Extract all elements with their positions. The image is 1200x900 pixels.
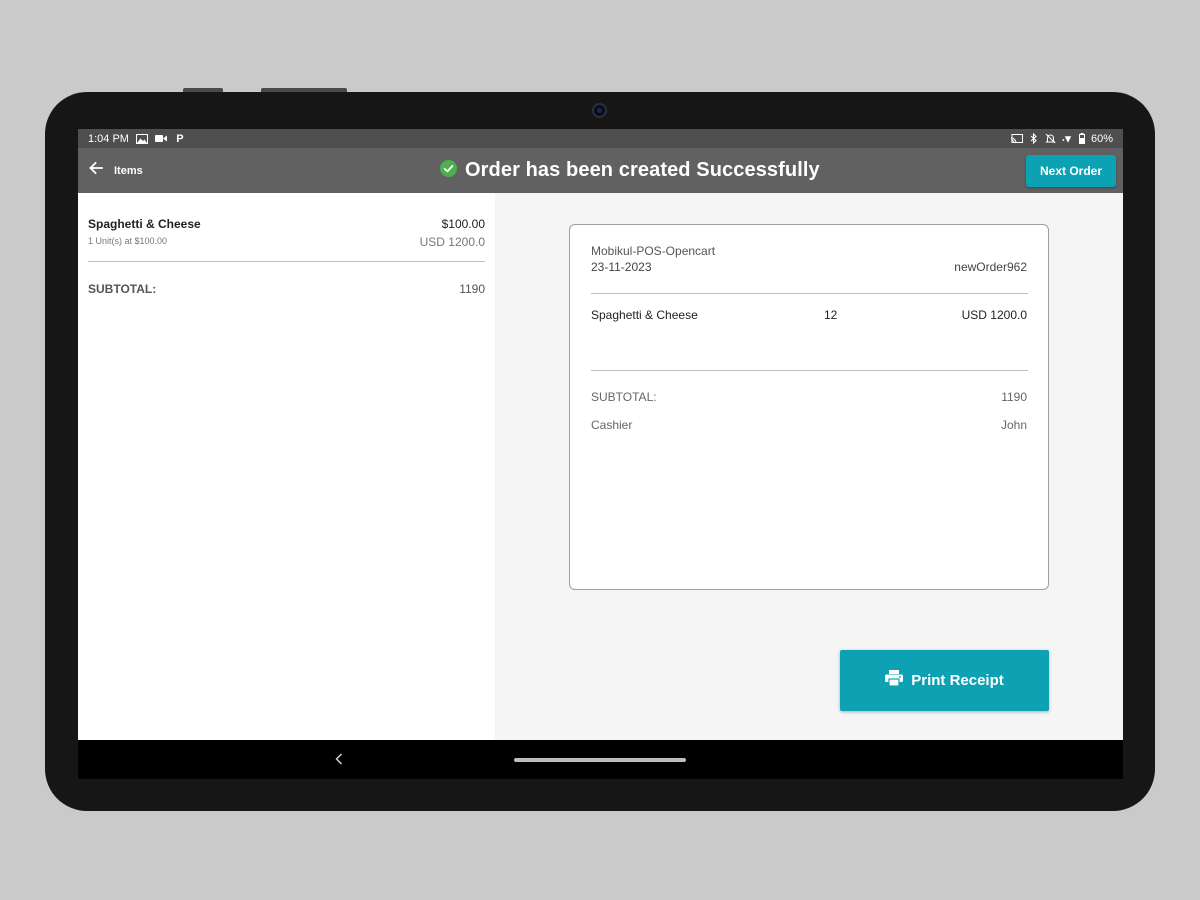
- page-title: Order has been created Successfully: [465, 159, 820, 181]
- video-icon: [154, 133, 167, 144]
- print-receipt-button[interactable]: Print Receipt: [840, 650, 1049, 711]
- status-time: 1:04 PM: [88, 132, 129, 145]
- cart-item-unit-info: 1 Unit(s) at $100.00: [88, 236, 168, 246]
- nav-back-icon[interactable]: [331, 751, 347, 767]
- receipt-divider: [591, 370, 1028, 371]
- cast-icon: [1010, 133, 1023, 144]
- check-circle-icon: [440, 159, 457, 182]
- receipt-subtotal-label: SUBTOTAL:: [591, 390, 657, 404]
- back-button[interactable]: Items: [88, 160, 143, 181]
- receipt-item-qty: 12: [824, 308, 838, 322]
- receipt-divider: [591, 293, 1028, 294]
- print-receipt-label: Print Receipt: [911, 672, 1004, 689]
- battery-icon: [1079, 133, 1086, 144]
- cart-panel: Spaghetti & Cheese 1 Unit(s) at $100.00 …: [78, 193, 495, 740]
- app-bar: Items Order has been created Successfull…: [78, 148, 1123, 193]
- receipt-panel: Mobikul-POS-Opencart 23-11-2023 newOrder…: [495, 193, 1123, 740]
- receipt-subtotal-value: 1190: [1001, 390, 1027, 404]
- front-camera: [592, 103, 607, 118]
- receipt-date: 23-11-2023: [591, 260, 652, 274]
- receipt-cashier-label: Cashier: [591, 418, 633, 432]
- next-order-button[interactable]: Next Order: [1026, 155, 1116, 187]
- receipt-item-name: Spaghetti & Cheese: [591, 308, 698, 322]
- arrow-back-icon: [88, 160, 104, 181]
- cart-item-price: $100.00: [441, 217, 485, 231]
- printer-icon: [885, 670, 904, 691]
- receipt-store-name: Mobikul-POS-Opencart: [591, 244, 716, 258]
- cart-subtotal-label: SUBTOTAL:: [88, 282, 157, 296]
- divider: [88, 261, 485, 262]
- receipt-cashier-value: John: [1000, 418, 1027, 432]
- receipt-order-id: newOrder962: [954, 260, 1027, 274]
- status-bar: 1:04 PM P 60%: [78, 129, 1123, 148]
- cart-subtotal-value: 1190: [459, 282, 485, 296]
- navigation-bar: [78, 740, 1123, 779]
- nav-home-handle[interactable]: [514, 758, 686, 762]
- cart-item-name: Spaghetti & Cheese: [88, 217, 201, 231]
- gallery-icon: [135, 133, 148, 144]
- p-app-icon: P: [176, 132, 184, 145]
- screen: 1:04 PM P 60% Items Order has been creat…: [78, 129, 1123, 779]
- receipt-card: Mobikul-POS-Opencart 23-11-2023 newOrder…: [569, 224, 1049, 590]
- success-title: Order has been created Successfully: [440, 159, 820, 182]
- wifi-icon: [1062, 133, 1074, 144]
- battery-level: 60%: [1090, 132, 1113, 145]
- receipt-item-total: USD 1200.0: [961, 308, 1027, 322]
- back-label: Items: [114, 164, 143, 177]
- cart-item-total: USD 1200.0: [419, 235, 485, 249]
- mute-icon: [1045, 133, 1057, 144]
- bluetooth-icon: [1028, 133, 1040, 144]
